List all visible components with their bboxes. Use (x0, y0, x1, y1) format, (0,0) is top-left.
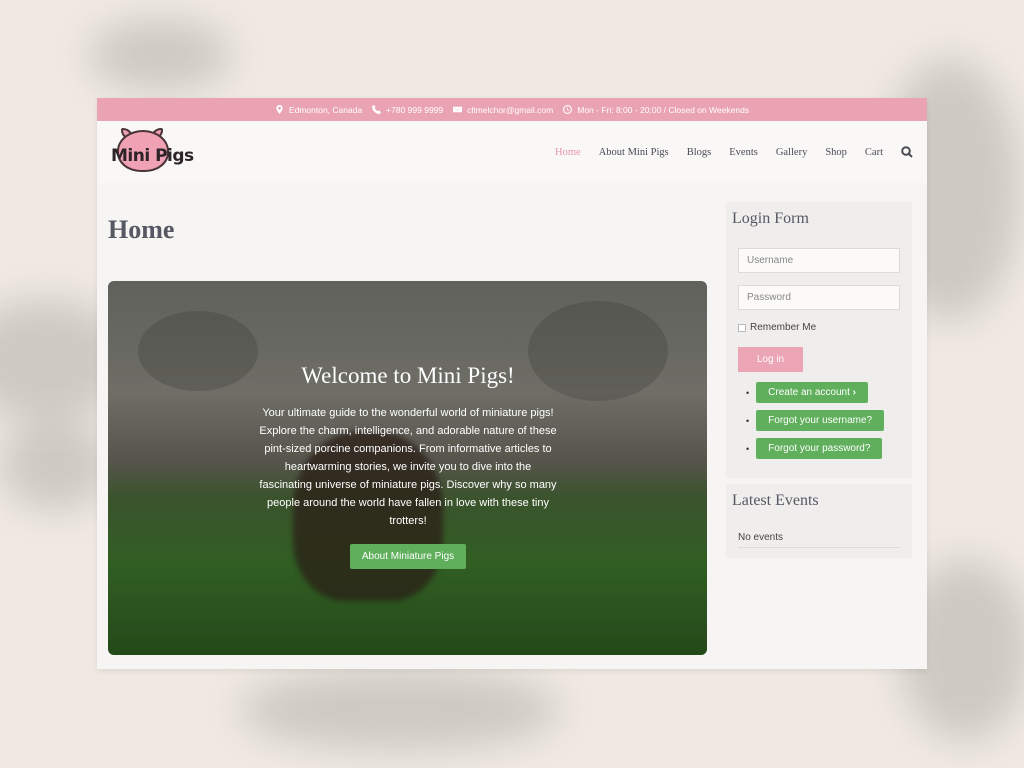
hero-description: Your ultimate guide to the wonderful wor… (259, 407, 557, 527)
about-miniature-pigs-button[interactable]: About Miniature Pigs (349, 544, 467, 569)
phone-icon (372, 105, 382, 114)
remember-me-checkbox[interactable] (738, 323, 746, 332)
phone-text: +780 999 9999 (386, 104, 444, 115)
password-input[interactable]: Password (738, 285, 900, 310)
main-content: Home Welcome to Mini Pigs! Your ultimate… (97, 183, 927, 669)
email-info[interactable]: cltmelchor@gmail.com (453, 105, 553, 115)
remember-me: Remember Me (738, 322, 906, 333)
nav-item-home[interactable]: Home (555, 147, 581, 158)
hero-text-block: Welcome to Mini Pigs! Your ultimate guid… (258, 363, 558, 569)
leaf-shadow-decoration (90, 20, 230, 90)
hero-banner: Welcome to Mini Pigs! Your ultimate guid… (108, 281, 707, 655)
leaf-shadow-decoration (0, 420, 110, 510)
hero-heading: Welcome to Mini Pigs! (301, 363, 515, 388)
logo-text: Mini Pigs (111, 146, 194, 166)
forgot-username-button[interactable]: Forgot your username? (756, 410, 885, 431)
main-nav: Home About Mini Pigs Blogs Events Galler… (555, 146, 913, 158)
nav-item-about-mini-pigs[interactable]: About Mini Pigs (599, 147, 669, 158)
create-account-button[interactable]: Create an account › (756, 382, 868, 403)
page-title: Home (108, 215, 175, 244)
hours-text: Mon - Fri: 8:00 - 20:00 / Closed on Week… (577, 104, 750, 115)
website-frame: Edmonton, Canada +780 999 9999 cltmelcho… (97, 98, 927, 669)
list-item: Create an account › (746, 382, 906, 403)
hours-info: Mon - Fri: 8:00 - 20:00 / Closed on Week… (563, 105, 749, 115)
password-placeholder: Password (747, 292, 791, 303)
create-account-label: Create an account (768, 387, 850, 398)
latest-events-card: Latest Events No events (726, 484, 912, 558)
nav-item-shop[interactable]: Shop (825, 147, 847, 158)
leaf-shadow-decoration (240, 670, 560, 750)
login-form-title: Login Form (732, 210, 809, 227)
location-text: Edmonton, Canada (288, 104, 363, 115)
username-placeholder: Username (747, 255, 794, 266)
clock-icon (563, 105, 573, 114)
account-links: Create an account › Forgot your username… (746, 382, 906, 459)
mail-icon (453, 106, 463, 113)
map-pin-icon (276, 105, 283, 114)
location-info: Edmonton, Canada (275, 105, 362, 115)
nav-item-blogs[interactable]: Blogs (687, 147, 712, 158)
remember-me-label: Remember Me (750, 322, 817, 333)
latest-events-title: Latest Events (732, 492, 819, 509)
nav-item-events[interactable]: Events (729, 147, 758, 158)
list-item: Forgot your password? (746, 438, 906, 459)
email-text: cltmelchor@gmail.com (467, 104, 554, 115)
login-button[interactable]: Log in (738, 347, 803, 372)
sidebar: Login Form Username Password Remember Me… (726, 202, 912, 558)
phone-info[interactable]: +780 999 9999 (372, 105, 443, 115)
search-icon[interactable] (901, 146, 913, 158)
top-info-bar: Edmonton, Canada +780 999 9999 cltmelcho… (97, 98, 927, 121)
forgot-password-button[interactable]: Forgot your password? (756, 438, 883, 459)
chevron-right-icon: › (852, 387, 856, 398)
list-item: Forgot your username? (746, 410, 906, 431)
no-events-text: No events (738, 532, 900, 548)
login-form-card: Login Form Username Password Remember Me… (726, 202, 912, 478)
nav-item-gallery[interactable]: Gallery (776, 147, 808, 158)
username-input[interactable]: Username (738, 248, 900, 273)
nav-item-cart[interactable]: Cart (865, 147, 883, 158)
site-header: Mini Pigs Home About Mini Pigs Blogs Eve… (97, 121, 927, 183)
site-logo[interactable]: Mini Pigs (111, 126, 194, 178)
